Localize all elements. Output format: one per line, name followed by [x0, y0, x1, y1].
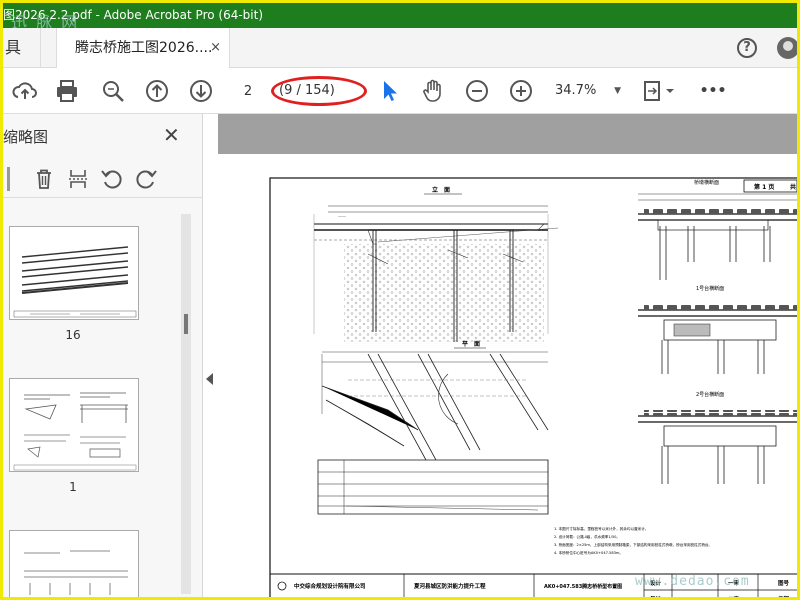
page-down-icon[interactable] [187, 77, 215, 105]
plan-title: 平 面 [462, 340, 480, 348]
more-options-icon[interactable]: ••• [699, 77, 727, 105]
title-block-project: 夏河县城区防洪能力提升工程 [414, 582, 486, 590]
svg-text:——: —— [338, 214, 346, 219]
document-viewport: 第 1 页 共 立 面 —— 平 面 桥墩横断面 1号台横断面 2号台横断面 1… [218, 114, 797, 597]
engineering-drawing: 第 1 页 共 立 面 —— 平 面 桥墩横断面 1号台横断面 2号台横断面 1… [269, 177, 797, 597]
thumbnail-page-next[interactable] [9, 530, 139, 597]
page-tag-total: 共 [790, 183, 796, 191]
tab-document-label: 腾志桥施工图2026.... [75, 40, 213, 56]
title-block-check2: 二审 [728, 595, 740, 597]
title-block-sheet-title: AK0+047.583腾志桥桥型布置图 [544, 583, 622, 590]
tab-document[interactable]: 腾志桥施工图2026.... × [56, 28, 230, 68]
elevation-title: 立 面 [432, 186, 450, 194]
note-1: 1. 本图尺寸除标高、里程桩号以米计外，其余均以厘米计。 [554, 526, 648, 531]
hand-tool-icon[interactable] [419, 77, 447, 105]
print-icon[interactable] [53, 77, 81, 105]
zoom-value: 34.7% [555, 83, 597, 98]
thumbnails-panel: 缩略图 ✕ 16 1 [3, 114, 203, 597]
collapse-panel-icon[interactable] [206, 373, 213, 385]
thumbnail-label: 16 [65, 328, 81, 342]
panel-close-icon[interactable]: ✕ [163, 123, 180, 147]
title-block-review: 复核 [649, 595, 662, 597]
rotate-cw-icon[interactable] [133, 166, 159, 192]
acrobat-window: 图2026.2.2.pdf - Adobe Acrobat Pro (64-bi… [3, 3, 797, 597]
section-title-abutment-1: 1号台横断面 [696, 285, 724, 292]
page-tag: 第 1 页 [753, 183, 774, 191]
section-title-pier: 桥墩横断面 [694, 179, 719, 186]
tab-close-icon[interactable]: × [210, 28, 221, 68]
panel-toolbar [3, 160, 203, 198]
page-number-input[interactable]: 2 [231, 79, 265, 103]
trash-icon[interactable] [31, 166, 57, 192]
main-toolbar: 2 (9 / 154) 34.7% ▼ ••• [3, 68, 797, 114]
help-icon[interactable]: ? [737, 38, 757, 58]
chevron-down-icon: ▼ [614, 86, 621, 96]
page-up-icon[interactable] [143, 77, 171, 105]
title-bar: 图2026.2.2.pdf - Adobe Acrobat Pro (64-bi… [3, 3, 797, 28]
note-4: 4. 本桥桥位中心桩号为AK0+047.583m。 [554, 550, 623, 555]
select-cursor-icon[interactable] [375, 77, 403, 105]
title-block-sheet-no: 图号 [778, 579, 790, 587]
red-annotation-circle [271, 76, 367, 106]
tab-bar: 具 腾志桥施工图2026.... × ? [3, 28, 797, 68]
zoom-out-icon[interactable] [463, 77, 491, 105]
window-title: 图2026.2.2.pdf - Adobe Acrobat Pro (64-bi… [3, 8, 264, 22]
panel-divider [7, 167, 10, 191]
zoom-in-icon[interactable] [507, 77, 535, 105]
section-title-abutment-2: 2号台横断面 [696, 391, 724, 398]
note-2: 2. 设计荷载：公路-Ⅱ级，洪水频率1/50。 [554, 534, 620, 539]
bottom-watermark: www.dedao.com [635, 574, 750, 589]
zoom-dropdown[interactable]: 34.7% ▼ [555, 79, 621, 103]
fit-page-icon[interactable] [639, 77, 679, 105]
page-gap [218, 114, 797, 154]
extract-pages-icon[interactable] [65, 166, 91, 192]
rotate-ccw-icon[interactable] [99, 166, 125, 192]
thumbnail-label: 1 [69, 480, 77, 494]
title-block-company: 中交综合规划设计院有限公司 [294, 582, 366, 590]
pdf-page[interactable]: 第 1 页 共 立 面 —— 平 面 桥墩横断面 1号台横断面 2号台横断面 1… [218, 154, 797, 597]
note-3: 3. 桥面宽度：2×25m，上部结构采用预制箱梁，下部结构采用桩柱式桥墩，桥台采… [554, 542, 712, 547]
title-block-date: 日期 [778, 595, 790, 597]
zoom-find-icon[interactable] [99, 77, 127, 105]
cloud-upload-icon[interactable] [11, 77, 39, 105]
panel-title: 缩略图 [3, 128, 49, 146]
user-avatar[interactable] [777, 37, 797, 59]
thumbnail-page-16[interactable] [9, 226, 139, 320]
thumbnail-list: 16 1 [3, 206, 203, 597]
tab-tools[interactable]: 具 [3, 28, 41, 68]
thumbnail-page-1[interactable] [9, 378, 139, 472]
